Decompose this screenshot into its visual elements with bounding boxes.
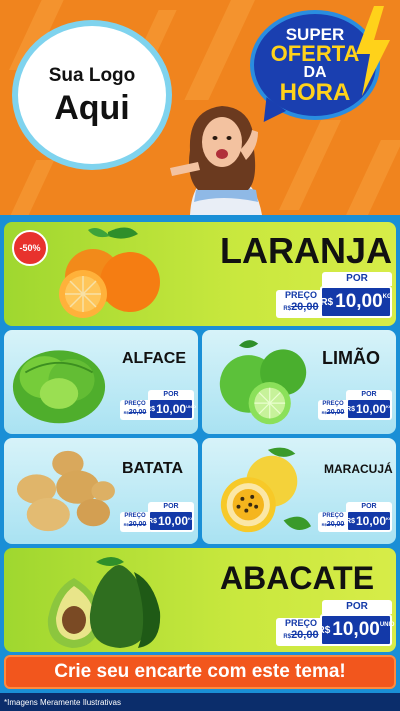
logo-line2: Aqui [54, 89, 130, 127]
price-tag-laranja: POR PREÇO R$20,00 R$ 10,00 KG [276, 272, 392, 318]
price-currency: R$ [317, 624, 331, 636]
product-name-batata: BATATA [122, 460, 184, 477]
old-price-value: 20,00 [128, 409, 147, 416]
product-name-maracuja: MARACUJÁ [324, 462, 393, 476]
lightning-icon [356, 6, 390, 96]
lettuce-icon [12, 350, 106, 424]
orange-icon [59, 227, 160, 318]
product-name-limao: LIMÃO [322, 348, 380, 368]
avocado-icon [47, 557, 161, 648]
promo-super: SUPER [285, 24, 345, 44]
product-card-abacate[interactable]: ABACATE POR PREÇO R$20,00 R$ 10,00 UNID [4, 548, 396, 652]
price-tag-maracuja: POR PREÇO R$20,00 R$ 10,00 KG [318, 502, 392, 532]
price-unit: KG [382, 294, 392, 300]
product-card-maracuja[interactable]: MARACUJÁ POR PREÇO R$20,00 R$ 10,00 KG [202, 438, 396, 544]
price-unit: KG [386, 516, 392, 521]
old-price-box: PREÇO R$20,00 [318, 512, 348, 532]
old-price-box: PREÇO R$20,00 [276, 290, 326, 318]
old-price-value: 20,00 [326, 521, 345, 528]
product-name-abacate: ABACATE [220, 560, 375, 596]
price-unit: UNID [379, 622, 395, 628]
preco-label: PREÇO [322, 513, 344, 519]
footer-disclaimer: *Imagens Meramente Ilustrativas [0, 693, 400, 711]
price-currency: R$ [346, 517, 355, 525]
main-price-box: R$ 10,00 KG [320, 286, 392, 318]
price-unit: KG [386, 404, 392, 409]
lime-icon [219, 340, 307, 425]
preco-label: PREÇO [322, 401, 344, 407]
product-name-alface: ALFACE [122, 350, 186, 367]
product-card-alface[interactable]: ALFACE POR PREÇO R$20,00 R$ 10,00 UNID [4, 330, 198, 434]
old-price-value: 20,00 [326, 409, 345, 416]
price-por-label: POR [322, 600, 392, 614]
discount-badge: -50% [12, 230, 48, 266]
price-tag-limao: POR PREÇO R$20,00 R$ 10,00 KG [318, 390, 392, 420]
cta-button[interactable]: Crie seu encarte com este tema! [4, 655, 396, 689]
potato-icon [16, 450, 115, 532]
price-value: 10,00 [355, 514, 386, 528]
price-unit: KG [188, 516, 194, 521]
logo-placeholder[interactable]: Sua Logo Aqui [12, 20, 172, 170]
price-currency: R$ [320, 296, 334, 308]
price-tag-alface: POR PREÇO R$20,00 R$ 10,00 UNID [120, 390, 196, 420]
old-price-value: 20,00 [291, 301, 319, 313]
price-currency: R$ [148, 517, 157, 525]
preco-label: PREÇO [124, 513, 146, 519]
header-banner: Sua Logo Aqui SUPER OFERTA DA HORA [0, 0, 400, 215]
main-price-box: R$ 10,00 KG [148, 510, 194, 532]
main-price-box: R$ 10,00 KG [346, 398, 392, 420]
product-card-laranja[interactable]: -50% LARANJA POR PREÇO R$20,00 R$ 10,00 … [4, 222, 396, 326]
price-value: 10,00 [157, 514, 188, 528]
price-value: 10,00 [335, 291, 383, 312]
passion-fruit-icon [220, 447, 312, 533]
old-price-value: 20,00 [291, 629, 319, 641]
price-por-label: POR [322, 272, 392, 286]
promo-oferta: OFERTA [270, 40, 360, 66]
price-value: 10,00 [156, 402, 187, 416]
old-price-box: PREÇO R$20,00 [120, 512, 150, 532]
product-card-limao[interactable]: LIMÃO POR PREÇO R$20,00 R$ 10,00 KG [202, 330, 396, 434]
price-tag-abacate: POR PREÇO R$20,00 R$ 10,00 UNID [276, 600, 395, 646]
price-value: 10,00 [332, 619, 380, 640]
main-price-box: R$ 10,00 UNID [317, 614, 395, 646]
product-name-laranja: LARANJA [220, 230, 393, 271]
price-tag-batata: POR PREÇO R$20,00 R$ 10,00 KG [120, 502, 194, 532]
logo-line1: Sua Logo [48, 65, 136, 86]
old-price-box: PREÇO R$20,00 [318, 400, 348, 420]
main-price-box: R$ 10,00 UNID [146, 398, 196, 420]
old-price-prefix: R$ [283, 634, 292, 640]
price-currency: R$ [346, 405, 355, 413]
promo-hora: HORA [279, 78, 351, 106]
price-currency: R$ [146, 405, 156, 413]
price-value: 10,00 [355, 402, 386, 416]
preco-label: PREÇO [284, 290, 317, 300]
product-card-batata[interactable]: BATATA POR PREÇO R$20,00 R$ 10,00 KG [4, 438, 198, 544]
main-price-box: R$ 10,00 KG [346, 510, 392, 532]
old-price-value: 20,00 [128, 521, 147, 528]
price-unit: UNID [186, 404, 196, 409]
old-price-prefix: R$ [283, 306, 292, 312]
